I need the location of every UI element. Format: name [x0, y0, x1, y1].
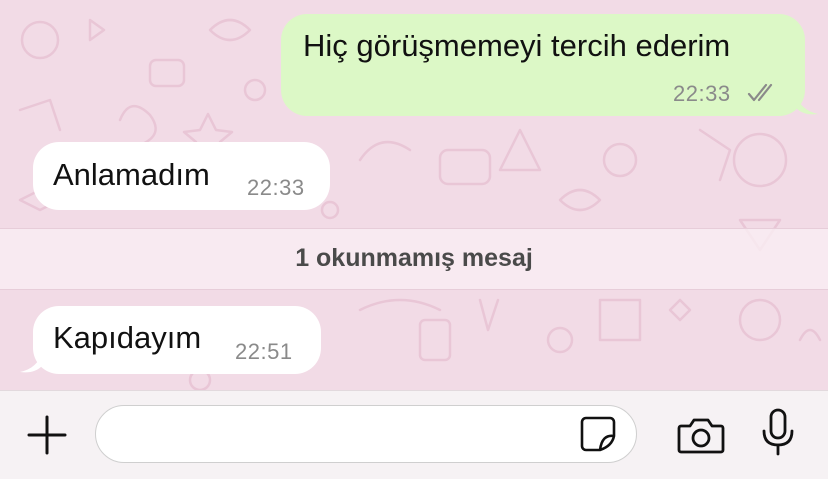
message-text: Kapıdayım — [53, 320, 202, 355]
plus-icon[interactable] — [25, 413, 69, 457]
bubble-tail — [796, 94, 818, 115]
message-time: 22:51 — [235, 339, 293, 364]
incoming-message-bubble[interactable]: Anlamadım 22:33 — [33, 142, 330, 210]
message-text: Hiç görüşmemeyi tercih ederim — [303, 28, 731, 63]
incoming-message-bubble[interactable]: Kapıdayım 22:51 — [33, 306, 321, 374]
message-time: 22:33 — [673, 81, 731, 106]
unread-messages-banner: 1 okunmamış mesaj — [0, 228, 828, 290]
message-composer — [0, 390, 828, 479]
sticker-icon[interactable] — [578, 414, 618, 454]
chat-area[interactable]: Hiç görüşmemeyi tercih ederim 22:33 Anla… — [0, 0, 828, 390]
message-input[interactable] — [95, 405, 637, 463]
unread-messages-label: 1 okunmamış mesaj — [295, 244, 533, 272]
message-time: 22:33 — [247, 175, 305, 200]
microphone-icon[interactable] — [760, 407, 796, 459]
bubble-tail — [20, 352, 42, 373]
camera-icon[interactable] — [677, 415, 725, 455]
message-text: Anlamadım — [53, 157, 210, 192]
double-check-icon — [747, 83, 773, 102]
outgoing-message-bubble[interactable]: Hiç görüşmemeyi tercih ederim 22:33 — [281, 14, 805, 116]
